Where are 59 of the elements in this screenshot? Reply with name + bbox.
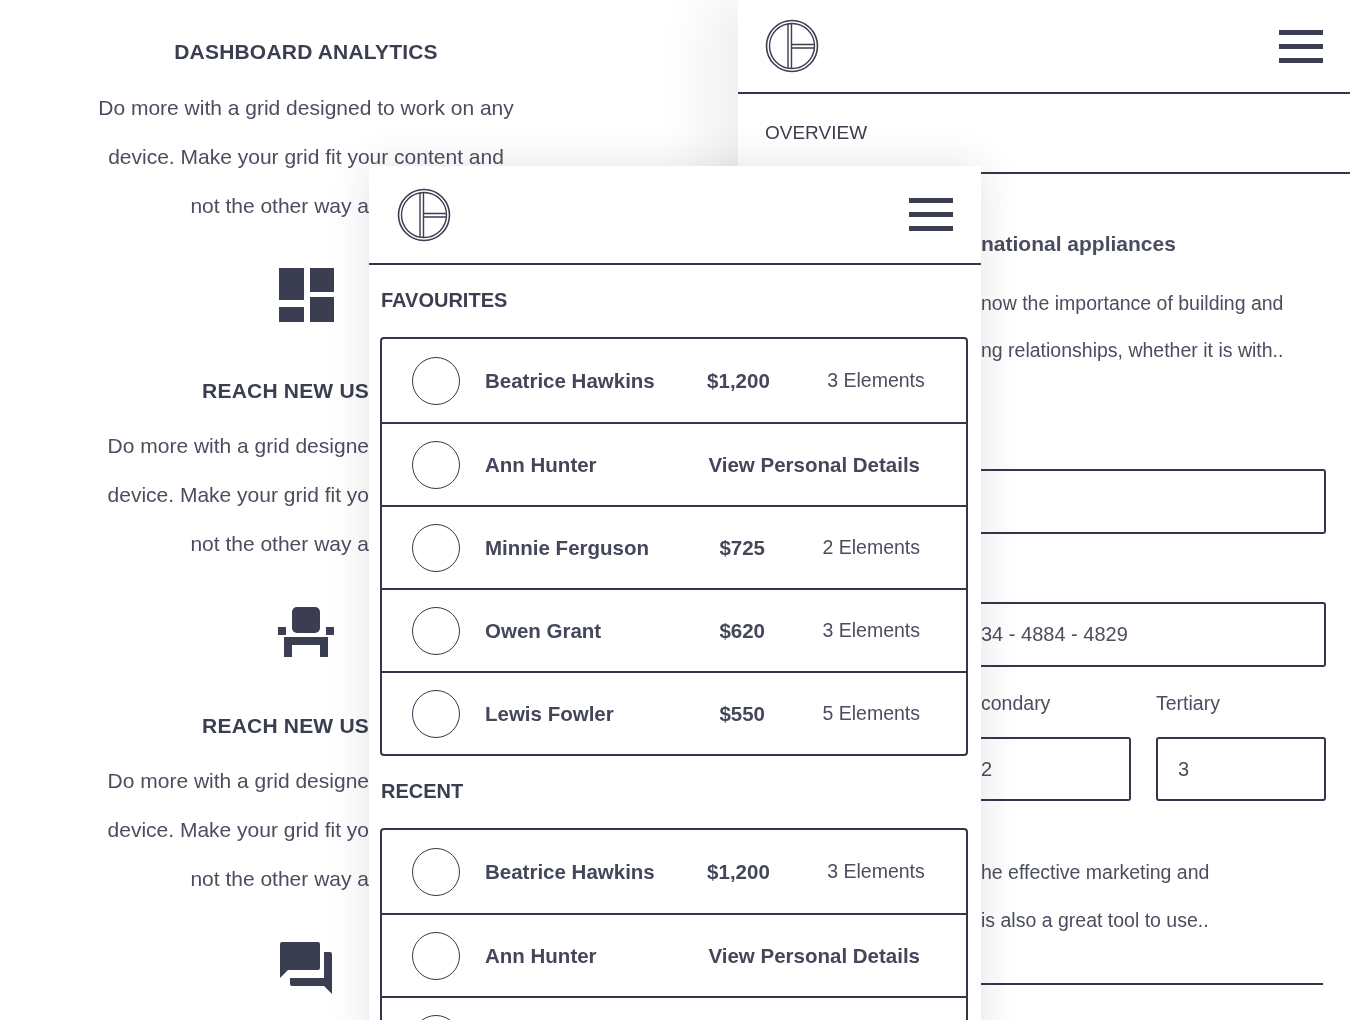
section-heading: REACH NEW US — [202, 378, 369, 404]
description-line: Do more with a grid designe — [107, 768, 369, 794]
logo-icon — [397, 187, 451, 242]
contact-row[interactable]: Ann Hunter View Personal Details — [382, 913, 966, 996]
contact-name: Beatrice Hawkins — [485, 368, 655, 393]
elements-count: 3 Elements — [826, 369, 925, 392]
list-heading: FAVOURITES — [381, 288, 509, 313]
description-line: device. Make your grid fit yo — [107, 817, 369, 843]
personal-details-link[interactable]: View Personal Details — [708, 452, 920, 477]
paragraph-line: ng relationships, whether it is with.. — [981, 338, 1285, 363]
elements-count: 2 Elements — [821, 536, 920, 559]
description-line: not the other way a — [190, 866, 369, 892]
amount-text: $1,200 — [706, 368, 770, 393]
description-line: not the other way a — [190, 531, 369, 557]
description-line: not the other way a — [190, 193, 369, 219]
description-line: Do more with a grid designed to work on any — [98, 95, 514, 121]
contact-row[interactable]: Minnie Ferguson $725 2 Elements — [382, 505, 966, 588]
input-field[interactable]: 3 — [1156, 737, 1326, 801]
list-heading: RECENT — [381, 779, 465, 804]
amount-text: $725 — [718, 535, 765, 560]
logo-icon — [765, 19, 819, 73]
contact-name: Ann Hunter — [485, 943, 598, 968]
seat-icon — [278, 607, 334, 657]
dashboard-icon — [278, 268, 334, 322]
elements-count: 3 Elements — [826, 860, 925, 883]
field-label: condary — [981, 691, 1052, 716]
amount-text: $1,200 — [706, 859, 770, 884]
amount-text: $550 — [718, 701, 765, 726]
description-line: device. Make your grid fit yo — [107, 482, 369, 508]
amount-text: $620 — [718, 618, 765, 643]
contact-name: Minnie Ferguson — [485, 535, 650, 560]
elements-count: 5 Elements — [821, 702, 920, 725]
paragraph-line: is also a great tool to use.. — [981, 908, 1210, 933]
overview-tab[interactable]: OVERVIEW — [765, 122, 868, 144]
menu-button[interactable] — [909, 198, 953, 231]
description-line: Do more with a grid designe — [107, 433, 369, 459]
menu-button[interactable] — [1279, 29, 1323, 63]
chat-icon — [280, 942, 332, 994]
contact-name: Lewis Fowler — [485, 701, 615, 726]
contact-name: Ann Hunter — [485, 452, 598, 477]
section-heading: DASHBOARD ANALYTICS — [174, 39, 438, 65]
personal-details-link[interactable]: View Personal Details — [708, 943, 920, 968]
phone-field[interactable]: 34 - 4884 - 4829 — [981, 602, 1326, 667]
content-heading: national appliances — [981, 231, 1177, 257]
elements-count: 3 Elements — [821, 619, 920, 642]
contact-row[interactable]: Beatrice Hawkins $1,200 3 Elements — [382, 339, 966, 422]
paragraph-line: now the importance of building and — [981, 291, 1285, 316]
contact-row[interactable]: Owen Grant $620 3 Elements — [382, 588, 966, 671]
section-heading: REACH NEW US — [202, 713, 369, 739]
description-line: device. Make your grid fit your content and — [108, 144, 504, 170]
contact-row[interactable]: Beatrice Hawkins $1,200 3 Elements — [382, 830, 966, 913]
contact-row[interactable]: Ann Hunter View Personal Details — [382, 422, 966, 505]
contact-row[interactable]: Lewis Fowler $550 5 Elements — [382, 671, 966, 754]
field-label: Tertiary — [1156, 691, 1221, 716]
contact-name: Owen Grant — [485, 618, 603, 643]
paragraph-line: he effective marketing and — [981, 860, 1211, 885]
contact-name: Beatrice Hawkins — [485, 859, 655, 884]
input-field[interactable] — [981, 469, 1326, 534]
input-field[interactable]: 2 — [981, 737, 1131, 801]
